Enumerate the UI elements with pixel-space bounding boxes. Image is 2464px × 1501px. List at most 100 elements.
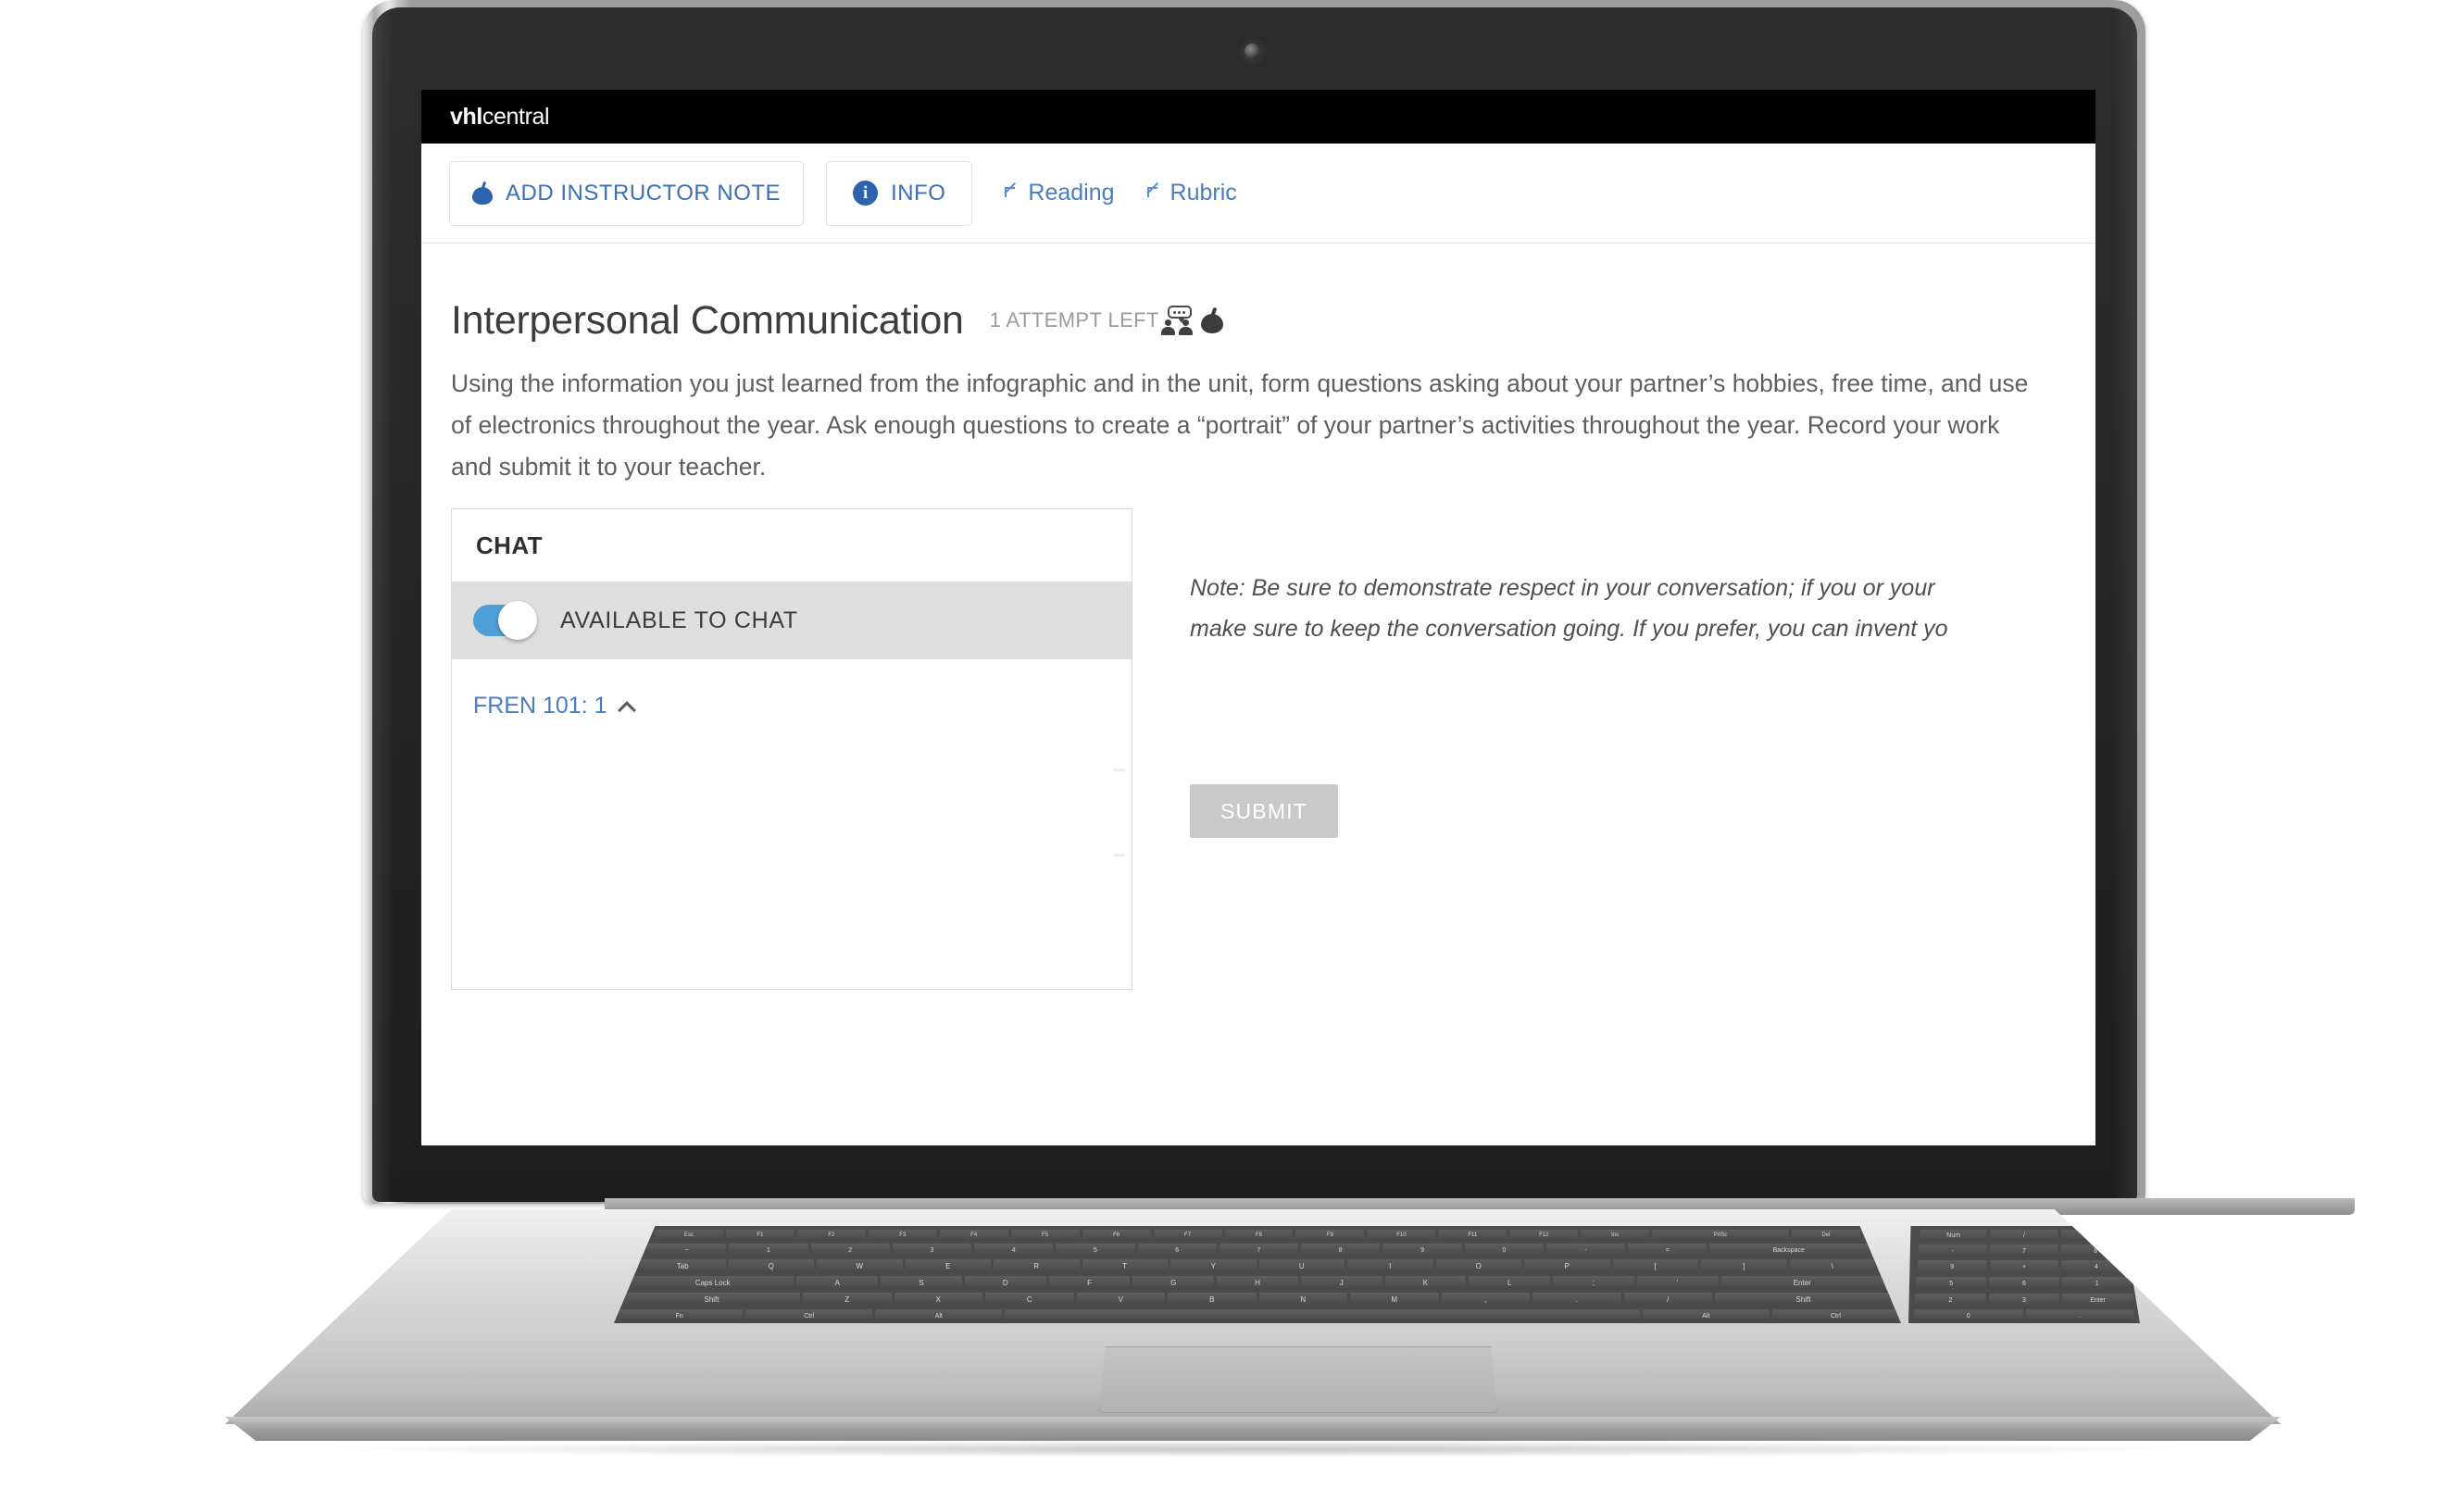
keyboard-key[interactable]: F6: [1082, 1230, 1151, 1241]
keyboard-key[interactable]: Backspace: [1709, 1244, 1868, 1257]
available-to-chat-row[interactable]: AVAILABLE TO CHAT: [452, 582, 1132, 659]
numpad-key[interactable]: .: [2025, 1309, 2134, 1322]
numpad-key[interactable]: 8: [2061, 1245, 2131, 1257]
keyboard-key[interactable]: 0: [1464, 1244, 1544, 1257]
keyboard-key[interactable]: F1: [725, 1230, 794, 1241]
keyboard-key[interactable]: \: [1789, 1259, 1875, 1273]
numpad-key[interactable]: *: [2060, 1230, 2129, 1241]
vhlcentral-logo[interactable]: vhlcentral: [450, 104, 550, 131]
keyboard-key[interactable]: O: [1435, 1259, 1521, 1273]
keyboard-key[interactable]: B: [1168, 1293, 1257, 1307]
keyboard-key[interactable]: 7: [1219, 1244, 1299, 1257]
keyboard-key[interactable]: 4: [974, 1244, 1054, 1257]
numpad-key[interactable]: 9: [1917, 1260, 1987, 1274]
keyboard-key[interactable]: ;: [1553, 1276, 1634, 1290]
keyboard-key[interactable]: Shift: [623, 1293, 800, 1307]
keyboard-key[interactable]: 5: [1056, 1244, 1135, 1257]
keyboard-key[interactable]: /: [1623, 1293, 1712, 1307]
keyboard-key[interactable]: Q: [728, 1259, 814, 1273]
keyboard-key[interactable]: Alt: [1642, 1309, 1770, 1322]
keyboard-key[interactable]: F7: [1153, 1230, 1222, 1241]
keyboard-key[interactable]: Del: [1792, 1230, 1860, 1241]
keyboard-key[interactable]: Alt: [875, 1309, 1003, 1322]
keyboard-key[interactable]: N: [1258, 1293, 1347, 1307]
keyboard-key[interactable]: 8: [1301, 1244, 1381, 1257]
keyboard-key[interactable]: Fn: [616, 1309, 744, 1322]
keyboard-key[interactable]: 3: [892, 1244, 972, 1257]
keyboard-key[interactable]: A: [796, 1276, 879, 1290]
keyboard-key[interactable]: Enter: [1720, 1276, 1884, 1290]
available-to-chat-toggle[interactable]: [473, 601, 537, 640]
keyboard-key[interactable]: K: [1384, 1276, 1467, 1290]
numpad-key[interactable]: +: [1989, 1260, 2059, 1274]
keyboard-key[interactable]: F12: [1509, 1230, 1579, 1241]
laptop-numpad[interactable]: Num / * -7 8 9 +4 5 6 1 2 3 Enter 0.: [1908, 1226, 2140, 1323]
keyboard-key[interactable]: G: [1132, 1276, 1215, 1290]
keyboard-key[interactable]: ,: [1441, 1293, 1530, 1307]
numpad-key[interactable]: 0: [1914, 1309, 2023, 1322]
chat-course-group-fren101[interactable]: FREN 101: 1: [452, 659, 634, 719]
laptop-touchpad[interactable]: [1099, 1346, 1497, 1413]
keyboard-key[interactable]: E: [905, 1259, 991, 1273]
numpad-key[interactable]: Num: [1920, 1230, 1988, 1241]
keyboard-key[interactable]: J: [1300, 1276, 1382, 1290]
keyboard-key[interactable]: 9: [1382, 1244, 1462, 1257]
keyboard-key[interactable]: Shift: [1715, 1293, 1892, 1307]
keyboard-key[interactable]: 6: [1137, 1244, 1217, 1257]
keyboard-key[interactable]: X: [894, 1293, 982, 1307]
numpad-key[interactable]: /: [1990, 1230, 2058, 1241]
keyboard-key[interactable]: R: [994, 1259, 1080, 1273]
keyboard-key[interactable]: F8: [1224, 1230, 1294, 1241]
keyboard-key[interactable]: Esc: [655, 1230, 723, 1241]
keyboard-key[interactable]: T: [1082, 1259, 1168, 1273]
numpad-key[interactable]: 4: [2061, 1260, 2132, 1274]
keyboard-key[interactable]: S: [881, 1276, 962, 1290]
keyboard-key[interactable]: D: [964, 1276, 1046, 1290]
keyboard-key[interactable]: [: [1612, 1259, 1698, 1273]
keyboard-key[interactable]: ]: [1701, 1259, 1787, 1273]
keyboard-key[interactable]: F2: [796, 1230, 866, 1241]
numpad-key[interactable]: 7: [1989, 1245, 2059, 1257]
keyboard-key[interactable]: H: [1217, 1276, 1298, 1290]
numpad-key[interactable]: 5: [1916, 1277, 1987, 1291]
keyboard-key[interactable]: F3: [868, 1230, 937, 1241]
numpad-key[interactable]: -: [1918, 1245, 1987, 1257]
keyboard-key[interactable]: =: [1628, 1244, 1707, 1257]
keyboard-key[interactable]: PrtSc: [1652, 1230, 1790, 1241]
keyboard-key[interactable]: [1005, 1309, 1640, 1322]
numpad-key[interactable]: Enter: [2062, 1294, 2133, 1307]
keyboard-key[interactable]: F4: [939, 1230, 1008, 1241]
keyboard-key[interactable]: V: [1076, 1293, 1165, 1307]
keyboard-key[interactable]: Caps Lock: [632, 1276, 794, 1290]
keyboard-key[interactable]: ~: [647, 1244, 727, 1257]
keyboard-key[interactable]: P: [1524, 1259, 1610, 1273]
keyboard-key[interactable]: F: [1048, 1276, 1131, 1290]
keyboard-key[interactable]: .: [1532, 1293, 1621, 1307]
keyboard-key[interactable]: C: [985, 1293, 1074, 1307]
keyboard-key[interactable]: Y: [1170, 1259, 1257, 1273]
keyboard-key[interactable]: 2: [810, 1244, 890, 1257]
keyboard-key[interactable]: Tab: [640, 1259, 726, 1273]
numpad-key[interactable]: 1: [2061, 1277, 2133, 1291]
keyboard-key[interactable]: F11: [1438, 1230, 1507, 1241]
keyboard-key[interactable]: I: [1347, 1259, 1433, 1273]
submit-button[interactable]: SUBMIT: [1190, 784, 1338, 838]
keyboard-key[interactable]: F9: [1295, 1230, 1365, 1241]
info-button[interactable]: i INFO: [826, 160, 973, 226]
keyboard-key[interactable]: Ctrl: [1771, 1309, 1899, 1322]
keyboard-key[interactable]: L: [1469, 1276, 1551, 1290]
numpad-key[interactable]: 3: [1988, 1294, 2060, 1307]
keyboard-key[interactable]: W: [817, 1259, 903, 1273]
keyboard-key[interactable]: F5: [1010, 1230, 1080, 1241]
keyboard-key[interactable]: Z: [803, 1293, 892, 1307]
keyboard-key[interactable]: Ins: [1581, 1230, 1650, 1241]
laptop-keyboard[interactable]: Esc F1 F2 F3 F4 F5 F6 F7 F8 F9 F10 F11 F12 Ins PrtSc De…: [614, 1226, 1901, 1323]
chevron-up-icon[interactable]: [619, 701, 634, 711]
keyboard-key[interactable]: U: [1258, 1259, 1345, 1273]
keyboard-key[interactable]: 1: [729, 1244, 808, 1257]
add-instructor-note-button[interactable]: ADD INSTRUCTOR NOTE: [449, 160, 805, 226]
rubric-link[interactable]: Rubric: [1146, 180, 1237, 206]
reading-link[interactable]: Reading: [1004, 180, 1115, 206]
keyboard-key[interactable]: Ctrl: [745, 1309, 873, 1322]
keyboard-key[interactable]: -: [1545, 1244, 1626, 1257]
